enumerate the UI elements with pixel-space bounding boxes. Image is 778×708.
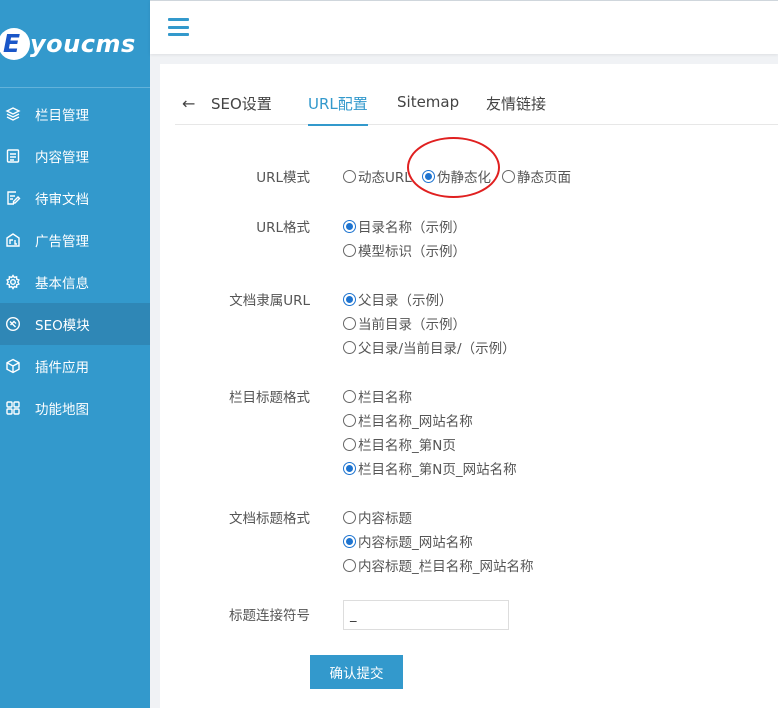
sidebar: E youcms 栏目管理 内容管理 待审文档 广告管理 基本信息 SEO模块 … (0, 0, 150, 708)
sidebar-item-label: 功能地图 (35, 402, 89, 418)
sidebar-item-label: 插件应用 (35, 360, 89, 376)
sidebar-item-ad-management[interactable]: 广告管理 (0, 219, 150, 261)
doc-title-option-radio[interactable]: 内容标题 (343, 507, 412, 527)
separator-label: 标题连接符号 (229, 608, 310, 624)
column-title-option-radio[interactable]: 栏目名称 (343, 386, 412, 406)
layers-icon (5, 106, 21, 122)
logo-text: youcms (30, 30, 136, 58)
sidebar-item-label: 待审文档 (35, 192, 89, 208)
sidebar-item-label: 栏目管理 (35, 108, 89, 124)
url-mode-static-radio[interactable]: 静态页面 (502, 166, 571, 186)
sidebar-item-label: 内容管理 (35, 150, 89, 166)
column-title-option-radio[interactable]: 栏目名称_第N页_网站名称 (343, 458, 517, 478)
sidebar-item-feature-map[interactable]: 功能地图 (0, 387, 150, 429)
sidebar-item-label: 广告管理 (35, 234, 89, 250)
url-format-label: URL格式 (256, 220, 310, 236)
url-format-directory-radio[interactable]: 目录名称（示例） (343, 216, 466, 236)
doc-title-option-radio[interactable]: 内容标题_栏目名称_网站名称 (343, 555, 534, 575)
tab-bar: ← SEO设置 URL配置 Sitemap 友情链接 (175, 88, 778, 126)
sidebar-item-label: SEO模块 (35, 318, 90, 334)
separator-input[interactable]: _ (343, 600, 509, 630)
back-arrow-icon[interactable]: ← (182, 94, 195, 113)
tab-url-config[interactable]: URL配置 (308, 93, 368, 126)
doc-url-parent-radio[interactable]: 父目录（示例） (343, 289, 453, 309)
url-mode-label: URL模式 (256, 170, 310, 186)
tab-sitemap[interactable]: Sitemap (397, 93, 459, 125)
doc-url-parent-current-radio[interactable]: 父目录/当前目录/（示例） (343, 337, 516, 357)
doc-url-label: 文档隶属URL (229, 293, 310, 309)
url-mode-dynamic-radio[interactable]: 动态URL (343, 166, 412, 186)
topbar (150, 0, 778, 54)
url-format-model-radio[interactable]: 模型标识（示例） (343, 240, 466, 260)
cube-icon (5, 358, 21, 374)
logo-mark: E (0, 28, 30, 60)
gear-icon (5, 274, 21, 290)
column-title-option-radio[interactable]: 栏目名称_第N页 (343, 434, 456, 454)
sidebar-item-label: 基本信息 (35, 276, 89, 292)
url-mode-pseudo-static-radio[interactable]: 伪静态化 (422, 166, 491, 186)
sidebar-nav: 栏目管理 内容管理 待审文档 广告管理 基本信息 SEO模块 插件应用 功能地图 (0, 93, 150, 429)
tab-friend-links[interactable]: 友情链接 (486, 93, 546, 125)
tab-seo-settings[interactable]: SEO设置 (211, 93, 272, 125)
sidebar-item-column-management[interactable]: 栏目管理 (0, 93, 150, 135)
document-list-icon (5, 148, 21, 164)
main-panel: ← SEO设置 URL配置 Sitemap 友情链接 URL模式 动态URL 伪… (160, 64, 778, 708)
column-title-format-label: 栏目标题格式 (229, 390, 310, 406)
menu-toggle-icon[interactable] (168, 18, 189, 36)
sidebar-item-basic-info[interactable]: 基本信息 (0, 261, 150, 303)
doc-title-option-radio[interactable]: 内容标题_网站名称 (343, 531, 473, 551)
sidebar-item-seo-module[interactable]: SEO模块 (0, 303, 150, 345)
doc-title-format-label: 文档标题格式 (229, 511, 310, 527)
edit-document-icon (5, 190, 21, 206)
grid-icon (5, 400, 21, 416)
column-title-option-radio[interactable]: 栏目名称_网站名称 (343, 410, 473, 430)
doc-url-current-radio[interactable]: 当前目录（示例） (343, 313, 466, 333)
submit-button[interactable]: 确认提交 (310, 655, 403, 689)
sidebar-item-plugins[interactable]: 插件应用 (0, 345, 150, 387)
logo: E youcms (0, 0, 150, 88)
sidebar-item-content-management[interactable]: 内容管理 (0, 135, 150, 177)
sidebar-item-pending-docs[interactable]: 待审文档 (0, 177, 150, 219)
seo-tag-icon (5, 316, 21, 332)
ad-icon (5, 232, 21, 248)
